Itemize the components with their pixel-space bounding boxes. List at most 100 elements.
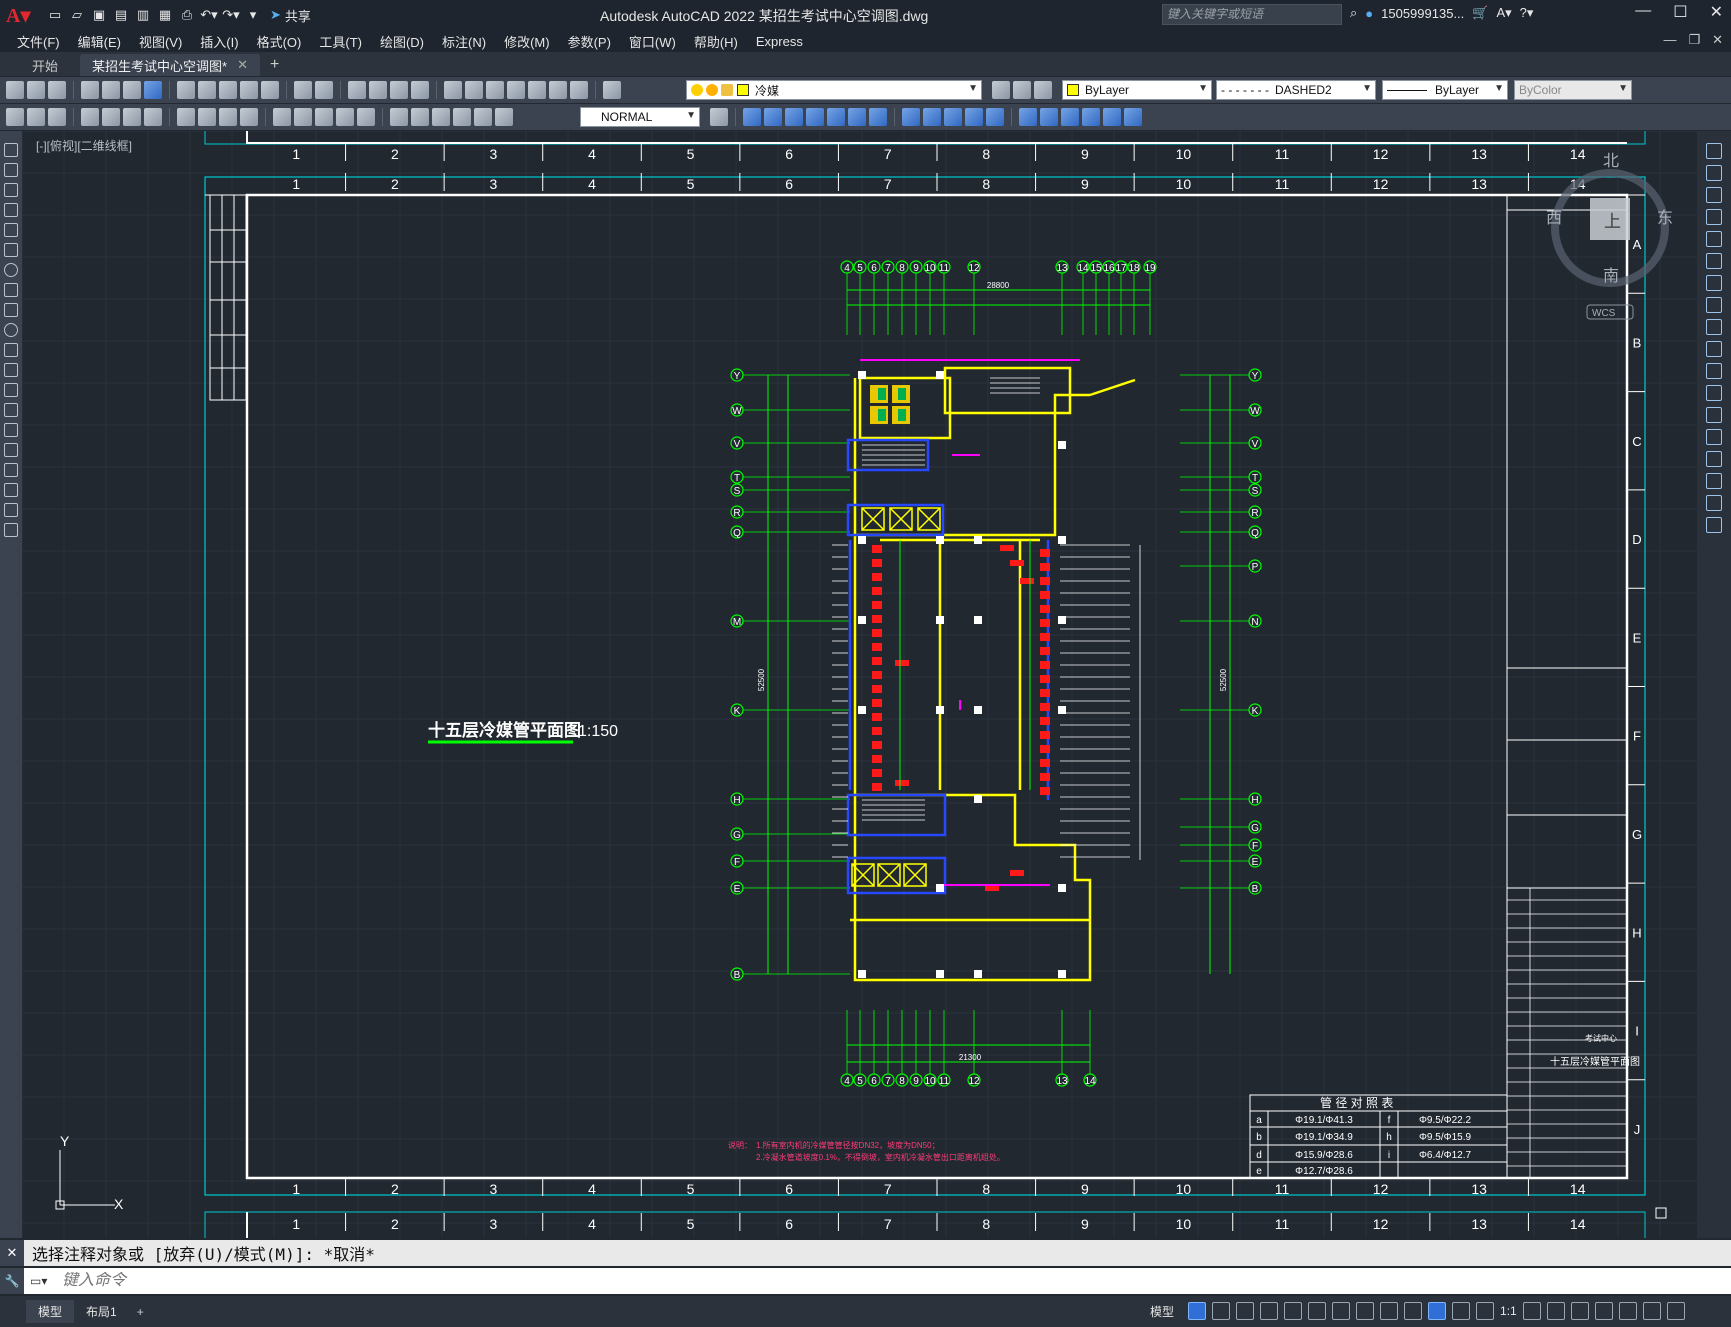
tool-m8-icon[interactable] [902,108,920,126]
tool-dim-1-icon[interactable] [6,108,24,126]
save-web-icon[interactable]: ▦ [156,6,174,24]
grid-icon[interactable] [1188,1302,1207,1320]
menu-draw[interactable]: 绘图(D) [371,32,433,51]
layer-previous-icon[interactable] [1013,81,1031,99]
design-center-icon[interactable] [465,81,483,99]
ellipse-arc-icon[interactable] [4,343,18,357]
undo-tool-icon[interactable] [294,81,312,99]
user-icon[interactable]: ● [1365,6,1373,21]
erase-icon[interactable] [1706,143,1722,159]
tool-m13-icon[interactable] [1019,108,1037,126]
revision-cloud-icon[interactable] [4,283,18,297]
tool-m11-icon[interactable] [965,108,983,126]
radius-dim-icon[interactable] [177,108,195,126]
diameter-dim-icon[interactable] [219,108,237,126]
copy-icon[interactable] [198,81,216,99]
arc-length-icon[interactable] [123,108,141,126]
isodraft-icon[interactable] [1308,1302,1327,1320]
viewcube-west[interactable]: 西 [1546,210,1562,227]
doc-close-icon[interactable]: ✕ [1712,32,1723,48]
close-icon[interactable]: ✕ [1710,2,1723,22]
wcs-label[interactable]: WCS [1592,308,1616,319]
zoom-window-icon[interactable] [390,81,408,99]
viewcube-top[interactable]: 上 [1604,212,1621,231]
tool-m18-icon[interactable] [1124,108,1142,126]
menu-edit[interactable]: 编辑(E) [69,32,130,51]
tool-m16-icon[interactable] [1082,108,1100,126]
doc-minimize-icon[interactable]: — [1663,32,1676,48]
autocad-logo-icon[interactable]: A▾ [6,4,32,27]
tool-m7-icon[interactable] [869,108,887,126]
viewcube-east[interactable]: 东 [1657,209,1673,227]
polyline-icon[interactable] [4,183,18,197]
quick-properties-icon[interactable] [1594,1302,1613,1320]
tool-m10-icon[interactable] [944,108,962,126]
autodesk-app-icon[interactable]: A▾ [1496,5,1511,21]
viewport-controls[interactable]: [-][俯视][二维线框] [36,137,132,154]
menu-dimension[interactable]: 标注(N) [433,32,495,51]
cart-icon[interactable]: 🛒 [1472,5,1488,21]
tool-m1-icon[interactable] [743,108,761,126]
layer-properties-icon[interactable] [603,81,621,99]
3d-print-icon[interactable] [144,81,162,99]
infer-icon[interactable] [1236,1302,1255,1320]
paste-icon[interactable] [219,81,237,99]
ellipse-icon[interactable] [4,323,18,337]
calculator-icon[interactable] [549,81,567,99]
model-space-button[interactable]: 模型 [1150,1303,1174,1320]
tool-dim-3-icon[interactable] [48,108,66,126]
layer-on-icon[interactable] [691,84,703,96]
menu-file[interactable]: 文件(F) [8,32,69,51]
customize-qat-icon[interactable]: ▾ [244,6,262,24]
isolate-objects-icon[interactable] [1618,1302,1637,1320]
tab-layout1[interactable]: 布局1 [74,1300,129,1323]
tool-m15-icon[interactable] [1061,108,1079,126]
fillet-icon[interactable] [1706,473,1722,489]
make-block-icon[interactable] [4,383,18,397]
annotation-monitor-icon[interactable] [1546,1302,1565,1320]
fullscreen-icon[interactable] [1642,1302,1661,1320]
tool-m6-icon[interactable] [848,108,866,126]
menu-parametric[interactable]: 参数(P) [559,32,620,51]
polar-icon[interactable] [1284,1302,1303,1320]
object-snap-icon[interactable] [1356,1302,1375,1320]
menu-express[interactable]: Express [747,34,812,49]
object-snap-tracking-icon[interactable] [1332,1302,1351,1320]
plot-icon[interactable]: ⎙ [178,6,196,24]
command-customize-icon[interactable]: 🔧 [0,1268,24,1294]
make-current-icon[interactable] [992,81,1010,99]
aligned-dim-icon[interactable] [102,108,120,126]
open-file-icon[interactable] [27,81,45,99]
customize-status-icon[interactable] [1666,1302,1685,1320]
tool-m9-icon[interactable] [923,108,941,126]
spline-icon[interactable] [4,303,18,317]
dim-edit-icon[interactable] [474,108,492,126]
menu-window[interactable]: 窗口(W) [620,32,685,51]
circle-icon[interactable] [4,263,18,277]
blend-curves-icon[interactable] [1706,495,1722,511]
open-web-icon[interactable]: ▥ [134,6,152,24]
layer-freeze-icon[interactable] [706,84,718,96]
snap-icon[interactable] [1212,1302,1231,1320]
command-close-icon[interactable]: ✕ [0,1240,24,1266]
search-icon[interactable]: ⌕ [1350,5,1357,21]
tool-m17-icon[interactable] [1103,108,1121,126]
dim-break-icon[interactable] [357,108,375,126]
mirror-icon[interactable] [1706,187,1722,203]
help-icon[interactable]: ?▾ [1520,5,1534,21]
drawing-svg[interactable]: 1 2 3 4 5 6 7 8 9 10 11 12 13 141 2 3 4 5 6 7 8 9 10 11 12 13 141 2… [22,131,1697,1238]
annotation-scale-value[interactable]: 1:1 [1500,1304,1517,1318]
cut-icon[interactable] [177,81,195,99]
tab-active-drawing[interactable]: 某招生考试中心空调图* ✕ [80,54,260,76]
jogged-linear-icon[interactable] [453,108,471,126]
construction-line-icon[interactable] [4,163,18,177]
tool-m4-icon[interactable] [806,108,824,126]
menu-modify[interactable]: 修改(M) [495,32,559,51]
continue-dim-icon[interactable] [315,108,333,126]
zoom-previous-icon[interactable] [411,81,429,99]
chamfer-icon[interactable] [1706,451,1722,467]
extend-icon[interactable] [1706,363,1722,379]
workspace-icon[interactable] [1522,1302,1541,1320]
baseline-dim-icon[interactable] [294,108,312,126]
ordinate-dim-icon[interactable] [144,108,162,126]
